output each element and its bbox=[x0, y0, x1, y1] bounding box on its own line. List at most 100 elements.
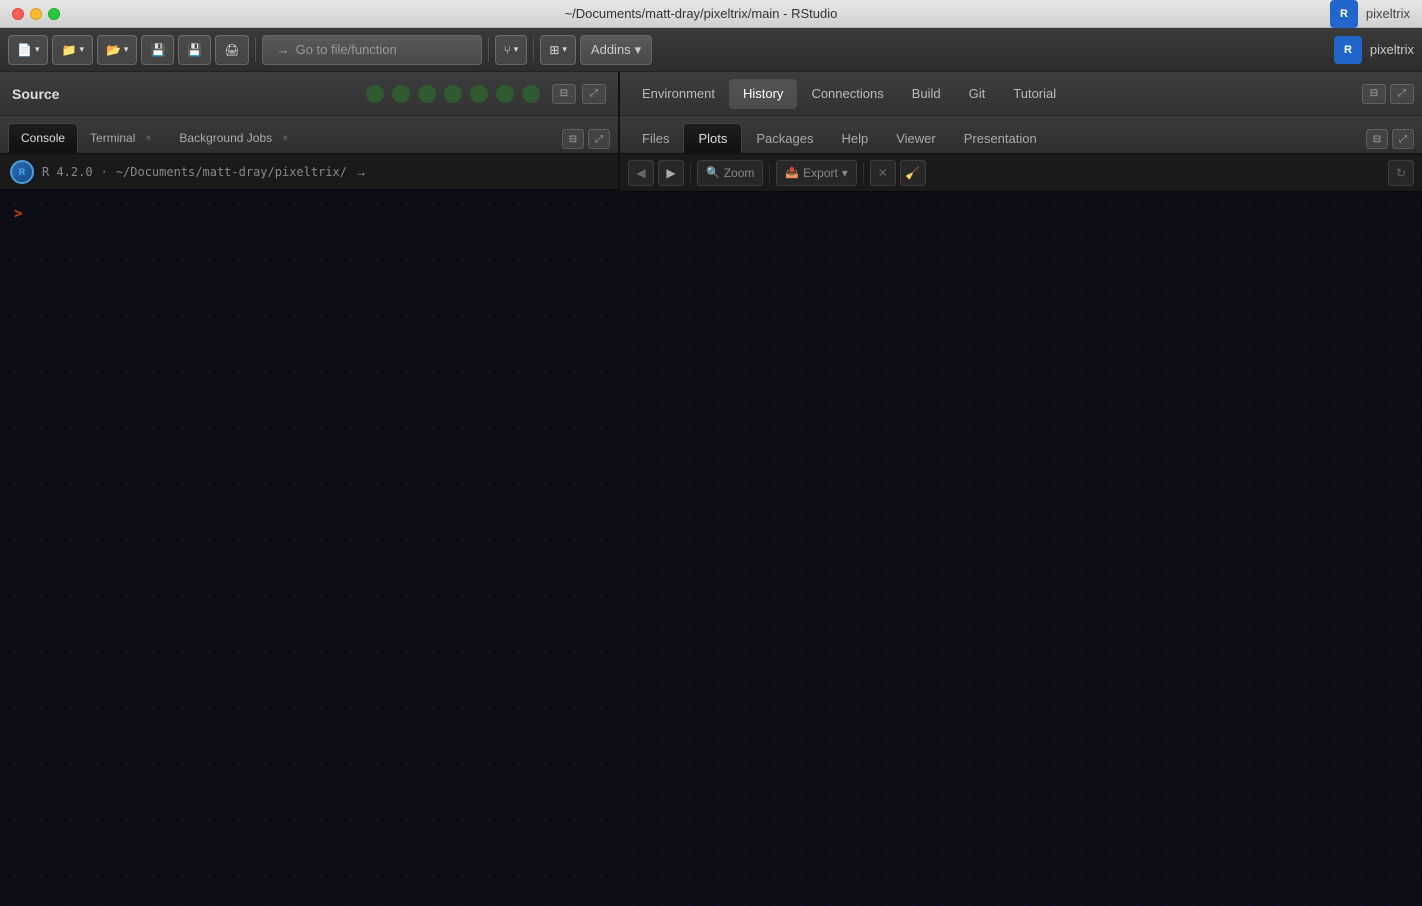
header-dot-4 bbox=[444, 85, 462, 103]
left-panel: Source ⊟ ⤢ Console Terminal × bbox=[0, 72, 620, 906]
plots-back-icon: ◀ bbox=[636, 166, 645, 180]
rstudio-logo-toolbar: R bbox=[1334, 36, 1362, 64]
tab-git[interactable]: Git bbox=[955, 79, 1000, 109]
plots-content bbox=[620, 192, 1422, 906]
open-icon: 📂 bbox=[106, 43, 121, 57]
close-button[interactable] bbox=[12, 8, 24, 20]
layout-arrow: ▾ bbox=[562, 44, 567, 55]
tab-history[interactable]: History bbox=[729, 79, 797, 109]
header-dot-5 bbox=[470, 85, 488, 103]
tab-background-jobs-close[interactable]: × bbox=[278, 131, 292, 145]
console-tab-bar: Console Terminal × Background Jobs × ⊟ ⤢ bbox=[0, 116, 618, 154]
new-file-arrow: ▾ bbox=[35, 44, 40, 55]
save-all-button[interactable]: 💾 bbox=[178, 35, 211, 65]
plots-right-icons: ↻ bbox=[1388, 160, 1414, 186]
tab-bar-icons: ⊟ ⤢ bbox=[562, 129, 610, 153]
tab-viewer[interactable]: Viewer bbox=[882, 123, 950, 153]
window-title: ~/Documents/matt-dray/pixeltrix/main - R… bbox=[72, 6, 1330, 21]
tab-bar-collapse-button[interactable]: ⊟ bbox=[562, 129, 584, 149]
source-header: Source ⊟ ⤢ bbox=[0, 72, 618, 116]
source-title: Source bbox=[12, 86, 366, 102]
plots-clear-button[interactable]: 🧹 bbox=[900, 160, 926, 186]
tab-environment[interactable]: Environment bbox=[628, 79, 729, 109]
tab-bar-expand-button[interactable]: ⤢ bbox=[588, 129, 610, 149]
git-icon: ⑂ bbox=[504, 43, 511, 57]
files-expand-button[interactable]: ⤢ bbox=[1392, 129, 1414, 149]
tab-git-label: Git bbox=[969, 86, 986, 101]
tab-console[interactable]: Console bbox=[8, 123, 78, 153]
tab-build[interactable]: Build bbox=[898, 79, 955, 109]
git-button[interactable]: ⑂ ▾ bbox=[495, 35, 528, 65]
new-project-button[interactable]: 📁 ▾ bbox=[52, 35, 92, 65]
addins-button[interactable]: Addins ▾ bbox=[580, 35, 652, 65]
tab-packages[interactable]: Packages bbox=[742, 123, 827, 153]
source-expand-button[interactable]: ⤢ bbox=[582, 84, 606, 104]
tab-presentation[interactable]: Presentation bbox=[950, 123, 1051, 153]
env-expand-button[interactable]: ⤢ bbox=[1390, 84, 1414, 104]
plots-refresh-button[interactable]: ↻ bbox=[1388, 160, 1414, 186]
plots-delete-button[interactable]: ✕ bbox=[870, 160, 896, 186]
console-path-arrow: → bbox=[355, 165, 367, 179]
header-dot-2 bbox=[392, 85, 410, 103]
tab-tutorial[interactable]: Tutorial bbox=[999, 79, 1070, 109]
print-icon: 🖨 bbox=[224, 43, 239, 57]
layout-button[interactable]: ⊞ ▾ bbox=[540, 35, 576, 65]
save-button[interactable]: 💾 bbox=[141, 35, 174, 65]
tab-connections-label: Connections bbox=[811, 86, 883, 101]
plots-export-button[interactable]: 📤 Export ▾ bbox=[776, 160, 856, 186]
titlebar: ~/Documents/matt-dray/pixeltrix/main - R… bbox=[0, 0, 1422, 28]
r-version: R 4.2.0 bbox=[42, 165, 93, 179]
tab-build-label: Build bbox=[912, 86, 941, 101]
main-toolbar: 📄 ▾ 📁 ▾ 📂 ▾ 💾 💾 🖨 → Go to file/function … bbox=[0, 28, 1422, 72]
goto-file-button[interactable]: → Go to file/function bbox=[262, 35, 482, 65]
toolbar-separator-2 bbox=[488, 38, 489, 62]
bottom-tab-icons: ⊟ ⤢ bbox=[1366, 129, 1414, 153]
tab-help[interactable]: Help bbox=[827, 123, 882, 153]
export-icon: 📤 bbox=[785, 166, 799, 179]
rstudio-logo: R bbox=[1330, 0, 1358, 28]
plots-forward-icon: ▶ bbox=[666, 166, 675, 180]
minimize-button[interactable] bbox=[30, 8, 42, 20]
tab-environment-label: Environment bbox=[642, 86, 715, 101]
delete-icon: ✕ bbox=[878, 166, 888, 180]
env-collapse-button[interactable]: ⊟ bbox=[1362, 84, 1386, 104]
goto-arrow-icon: → bbox=[277, 42, 290, 57]
console-separator: · bbox=[101, 165, 108, 179]
toolbar-user-label: pixeltrix bbox=[1370, 42, 1414, 57]
tab-background-jobs-label: Background Jobs bbox=[179, 131, 272, 145]
print-button[interactable]: 🖨 bbox=[215, 35, 248, 65]
open-arrow: ▾ bbox=[124, 44, 129, 55]
tab-terminal[interactable]: Terminal × bbox=[78, 123, 167, 153]
tab-files[interactable]: Files bbox=[628, 123, 683, 153]
maximize-button[interactable] bbox=[48, 8, 60, 20]
plots-divider-1 bbox=[690, 163, 691, 183]
tab-history-label: History bbox=[743, 86, 783, 101]
header-dot-6 bbox=[496, 85, 514, 103]
export-arrow-icon: ▾ bbox=[842, 166, 848, 180]
addins-label: Addins bbox=[591, 42, 631, 57]
console-info-bar: R R 4.2.0 · ~/Documents/matt-dray/pixelt… bbox=[0, 154, 618, 190]
export-label: Export bbox=[803, 166, 838, 180]
tab-plots[interactable]: Plots bbox=[683, 123, 742, 153]
new-project-icon: 📁 bbox=[61, 43, 76, 57]
zoom-icon: 🔍 bbox=[706, 166, 720, 179]
environment-tab-bar: Environment History Connections Build Gi… bbox=[620, 72, 1422, 116]
files-collapse-button[interactable]: ⊟ bbox=[1366, 129, 1388, 149]
source-collapse-button[interactable]: ⊟ bbox=[552, 84, 576, 104]
new-file-button[interactable]: 📄 ▾ bbox=[8, 35, 48, 65]
tab-background-jobs[interactable]: Background Jobs × bbox=[167, 123, 304, 153]
tab-terminal-label: Terminal bbox=[90, 131, 135, 145]
tab-files-label: Files bbox=[642, 131, 669, 146]
open-file-button[interactable]: 📂 ▾ bbox=[97, 35, 137, 65]
top-tab-icons: ⊟ ⤢ bbox=[1362, 84, 1414, 104]
plots-back-button[interactable]: ◀ bbox=[628, 160, 654, 186]
tab-terminal-close[interactable]: × bbox=[141, 131, 155, 145]
source-header-icons: ⊟ ⤢ bbox=[552, 84, 606, 104]
plots-divider-3 bbox=[863, 163, 864, 183]
console-body[interactable]: > bbox=[0, 190, 618, 906]
tab-packages-label: Packages bbox=[756, 131, 813, 146]
plots-forward-button[interactable]: ▶ bbox=[658, 160, 684, 186]
tab-connections[interactable]: Connections bbox=[797, 79, 897, 109]
plots-zoom-button[interactable]: 🔍 Zoom bbox=[697, 160, 763, 186]
right-panel: Environment History Connections Build Gi… bbox=[620, 72, 1422, 906]
